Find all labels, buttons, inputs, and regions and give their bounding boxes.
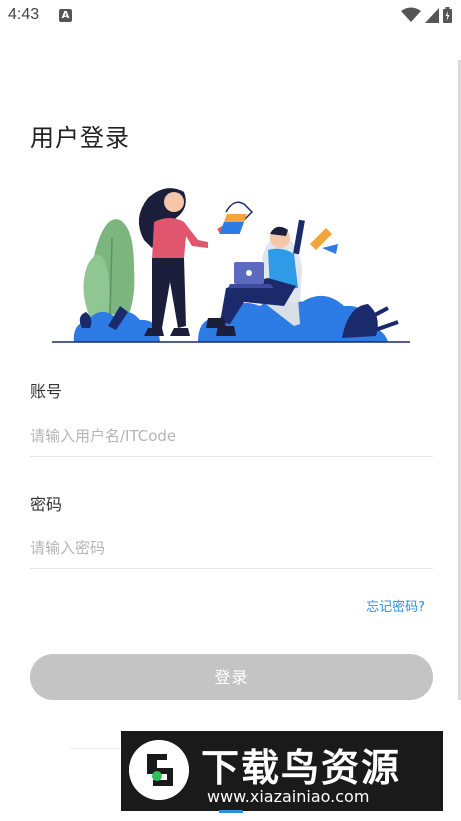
battery-icon <box>443 7 452 23</box>
watermark-banner: 下载鸟资源 www.xiazainiao.com <box>121 731 443 811</box>
status-time: 4:43 <box>8 6 40 23</box>
password-label: 密码 <box>30 495 63 514</box>
watermark-title: 下载鸟资源 <box>201 746 402 790</box>
bird-logo-icon <box>129 740 189 800</box>
login-illustration <box>52 188 410 343</box>
bottom-divider <box>70 748 122 749</box>
forgot-password-link[interactable]: 忘记密码? <box>366 596 425 615</box>
page-title: 用户登录 <box>30 124 130 152</box>
status-icons <box>401 6 452 24</box>
notification-badge-icon: A <box>59 9 72 22</box>
signal-icon <box>425 7 439 23</box>
account-input[interactable] <box>30 416 433 457</box>
home-indicator <box>219 810 243 813</box>
account-label: 账号 <box>30 382 63 401</box>
password-input[interactable] <box>30 528 433 569</box>
wifi-icon <box>401 7 421 22</box>
status-bar: 4:43 A <box>0 0 461 32</box>
login-button[interactable]: 登录 <box>30 654 433 700</box>
watermark-url: www.xiazainiao.com <box>207 787 370 806</box>
